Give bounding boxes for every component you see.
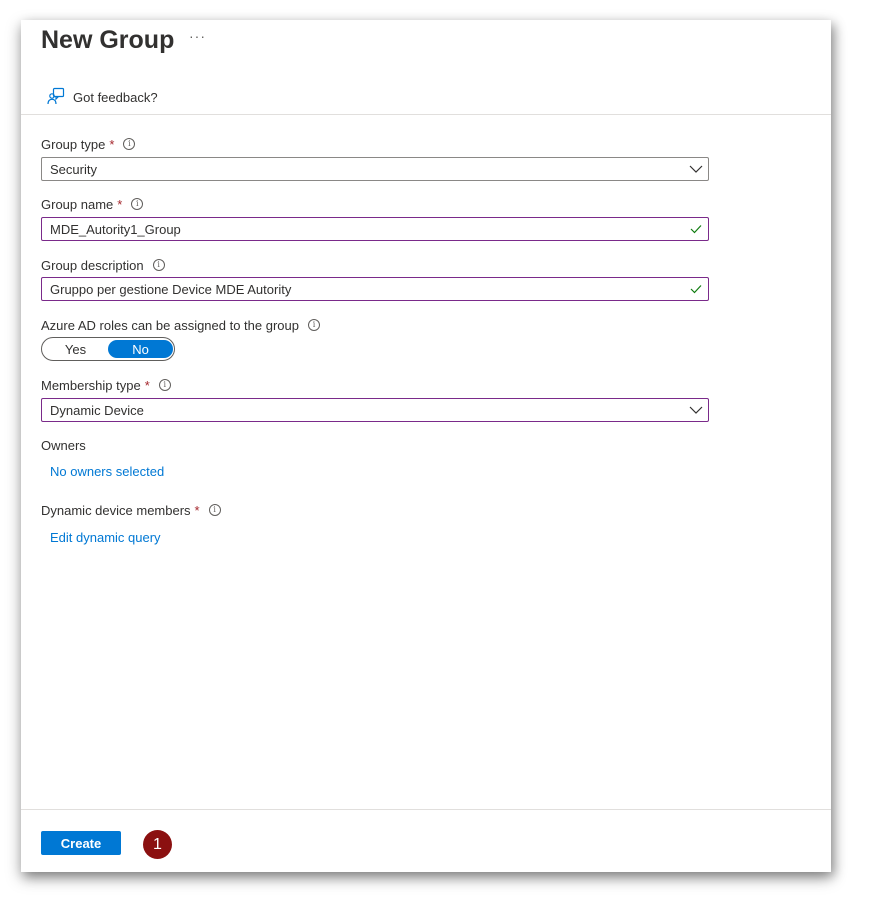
azure-ad-roles-toggle[interactable]: Yes No — [41, 337, 175, 361]
info-icon[interactable]: i — [308, 319, 320, 331]
group-name-value: MDE_Autority1_Group — [50, 221, 181, 237]
chevron-down-icon — [686, 158, 706, 180]
no-owners-selected-link[interactable]: No owners selected — [50, 464, 164, 479]
info-icon[interactable]: i — [131, 198, 144, 210]
got-feedback-button[interactable]: Got feedback? — [47, 86, 158, 108]
info-icon[interactable]: i — [158, 379, 171, 391]
chevron-down-icon — [686, 399, 706, 421]
group-description-label-text: Group description — [41, 257, 144, 273]
group-description-label: Group description i — [41, 256, 165, 274]
required-asterisk: * — [117, 196, 123, 212]
edit-dynamic-query-link[interactable]: Edit dynamic query — [50, 530, 161, 545]
toggle-option-no[interactable]: No — [108, 340, 173, 358]
group-description-value: Gruppo per gestione Device MDE Autority — [50, 281, 292, 297]
owners-label: Owners — [41, 436, 86, 454]
info-icon[interactable]: i — [152, 259, 165, 271]
membership-type-value: Dynamic Device — [50, 402, 144, 418]
membership-type-label: Membership type * i — [41, 376, 171, 394]
required-asterisk: * — [144, 377, 150, 393]
group-type-label: Group type * i — [41, 135, 136, 153]
info-icon[interactable]: i — [208, 504, 221, 516]
step-badge: 1 — [143, 830, 172, 859]
required-asterisk: * — [194, 502, 200, 518]
group-type-label-text: Group type — [41, 136, 106, 152]
dynamic-device-members-label: Dynamic device members * i — [41, 501, 221, 519]
azure-ad-roles-label: Azure AD roles can be assigned to the gr… — [41, 316, 320, 334]
membership-type-dropdown[interactable]: Dynamic Device — [41, 398, 709, 422]
azure-ad-roles-label-text: Azure AD roles can be assigned to the gr… — [41, 317, 299, 333]
info-icon[interactable]: i — [123, 138, 136, 150]
owners-label-text: Owners — [41, 437, 86, 453]
new-group-panel: New Group ··· Got feedback? Group type *… — [21, 20, 831, 872]
group-type-dropdown[interactable]: Security — [41, 157, 709, 181]
checkmark-icon — [686, 278, 706, 300]
header-divider — [21, 114, 831, 115]
toggle-option-yes[interactable]: Yes — [43, 340, 108, 358]
group-description-input[interactable]: Gruppo per gestione Device MDE Autority — [41, 277, 709, 301]
group-type-value: Security — [50, 161, 97, 177]
feedback-label: Got feedback? — [73, 89, 158, 105]
page-title: New Group — [41, 26, 175, 54]
create-button[interactable]: Create — [41, 831, 121, 855]
group-name-input[interactable]: MDE_Autority1_Group — [41, 217, 709, 241]
checkmark-icon — [686, 218, 706, 240]
group-name-label: Group name * i — [41, 195, 144, 213]
feedback-person-icon — [47, 87, 65, 108]
more-options-button[interactable]: ··· — [189, 28, 206, 44]
membership-type-label-text: Membership type — [41, 377, 141, 393]
footer-divider — [21, 809, 831, 810]
dynamic-device-members-label-text: Dynamic device members — [41, 502, 191, 518]
required-asterisk: * — [109, 136, 115, 152]
group-name-label-text: Group name — [41, 196, 114, 212]
